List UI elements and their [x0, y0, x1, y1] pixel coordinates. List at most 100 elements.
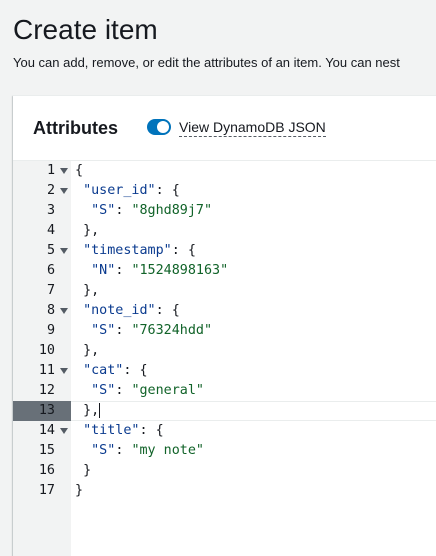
code-line[interactable]: 11 "cat": { [13, 361, 436, 381]
fold-toggle-icon[interactable] [60, 248, 68, 254]
code-text: "title": { [83, 423, 164, 438]
json-code-editor[interactable]: 1{2 "user_id": {3 "S": "8ghd89j7" 4 }, 5 "… [13, 161, 436, 556]
json-value: "8ghd89j7" [131, 203, 213, 218]
dynamodb-json-toggle[interactable] [147, 119, 171, 135]
code-line[interactable]: 13 }, [13, 401, 436, 421]
line-number: 13 [38, 403, 55, 418]
line-number-cell: 6 [13, 261, 71, 281]
json-key: "S" [91, 443, 116, 458]
line-number: 14 [38, 423, 55, 438]
code-line[interactable]: 5 "timestamp": { [13, 241, 436, 261]
code-line[interactable]: 15 "S": "my note" [13, 441, 436, 461]
code-text: }, [83, 223, 100, 238]
code-text: "N": "1524898163" [91, 263, 229, 278]
line-number: 2 [46, 183, 55, 198]
fold-toggle-icon[interactable] [60, 168, 68, 174]
json-value: "my note" [131, 443, 204, 458]
line-number: 6 [46, 263, 55, 278]
line-number: 12 [38, 383, 55, 398]
line-number: 4 [46, 223, 55, 238]
line-number-cell: 7 [13, 281, 71, 301]
json-key: "S" [91, 323, 116, 338]
line-number: 11 [38, 363, 55, 378]
code-line[interactable]: 3 "S": "8ghd89j7" [13, 201, 436, 221]
line-number: 9 [46, 323, 55, 338]
line-number: 5 [46, 243, 55, 258]
line-number: 8 [46, 303, 55, 318]
code-line[interactable]: 10 }, [13, 341, 436, 361]
code-text: "timestamp": { [83, 243, 196, 258]
line-number: 7 [46, 283, 55, 298]
json-key: "user_id" [83, 183, 156, 198]
line-number-cell: 17 [13, 481, 71, 501]
code-text: }, [71, 401, 436, 421]
json-key: "note_id" [83, 303, 156, 318]
json-key: "S" [91, 383, 116, 398]
fold-toggle-icon[interactable] [60, 188, 68, 194]
json-value: "76324hdd" [131, 323, 213, 338]
page-header: Create item You can add, remove, or edit… [0, 0, 436, 95]
json-key: "timestamp" [83, 243, 172, 258]
code-line[interactable]: 17} [13, 481, 436, 501]
code-text: "S": "76324hdd" [91, 323, 213, 338]
code-text: }, [83, 343, 100, 358]
attributes-panel: Attributes View DynamoDB JSON 1{2 "user_… [13, 95, 436, 556]
code-text: }, [83, 283, 100, 298]
line-number-cell: 1 [13, 161, 71, 181]
code-line[interactable]: 8 "note_id": { [13, 301, 436, 321]
code-text: "S": "8ghd89j7" [91, 203, 213, 218]
code-line[interactable]: 9 "S": "76324hdd" [13, 321, 436, 341]
code-line[interactable]: 7 }, [13, 281, 436, 301]
code-line[interactable]: 2 "user_id": { [13, 181, 436, 201]
code-text: "cat": { [83, 363, 148, 378]
page-description: You can add, remove, or edit the attribu… [13, 55, 400, 70]
json-key: "S" [91, 203, 116, 218]
line-number-cell: 12 [13, 381, 71, 401]
json-key: "title" [83, 423, 140, 438]
code-text: "S": "general" [91, 383, 204, 398]
line-number: 1 [46, 163, 55, 178]
line-number: 16 [38, 463, 55, 478]
panel-title: Attributes [33, 118, 118, 138]
panel-header: Attributes View DynamoDB JSON [13, 96, 436, 161]
line-number-cell: 5 [13, 241, 71, 261]
code-text: "S": "my note" [91, 443, 204, 458]
text-cursor [99, 402, 101, 418]
json-key: "cat" [83, 363, 124, 378]
code-line[interactable]: 14 "title": { [13, 421, 436, 441]
line-number: 3 [46, 203, 55, 218]
line-number-cell: 15 [13, 441, 71, 461]
fold-toggle-icon[interactable] [60, 428, 68, 434]
code-text: "user_id": { [83, 183, 180, 198]
line-number-cell: 10 [13, 341, 71, 361]
dynamodb-json-toggle-label[interactable]: View DynamoDB JSON [179, 119, 326, 137]
line-number-cell: 14 [13, 421, 71, 441]
code-text: } [83, 463, 92, 478]
line-number-cell: 16 [13, 461, 71, 481]
toggle-knob [157, 121, 169, 133]
json-key: "N" [91, 263, 116, 278]
fold-toggle-icon[interactable] [60, 308, 68, 314]
code-text: { [75, 163, 84, 178]
page-title: Create item [13, 14, 158, 45]
line-number-cell: 8 [13, 301, 71, 321]
code-line[interactable]: 1{ [13, 161, 436, 181]
line-number-cell: 13 [13, 401, 71, 421]
line-number-cell: 2 [13, 181, 71, 201]
line-number-cell: 4 [13, 221, 71, 241]
line-number: 17 [38, 483, 55, 498]
code-line[interactable]: 12 "S": "general" [13, 381, 436, 401]
code-line[interactable]: 4 }, [13, 221, 436, 241]
code-line[interactable]: 16 } [13, 461, 436, 481]
json-value: "1524898163" [131, 263, 229, 278]
code-text: } [75, 483, 84, 498]
code-text: "note_id": { [83, 303, 180, 318]
line-number: 15 [38, 443, 55, 458]
json-value: "general" [131, 383, 204, 398]
fold-toggle-icon[interactable] [60, 368, 68, 374]
line-number-cell: 9 [13, 321, 71, 341]
line-number-cell: 11 [13, 361, 71, 381]
line-number-cell: 3 [13, 201, 71, 221]
code-line[interactable]: 6 "N": "1524898163" [13, 261, 436, 281]
line-number: 10 [38, 343, 55, 358]
